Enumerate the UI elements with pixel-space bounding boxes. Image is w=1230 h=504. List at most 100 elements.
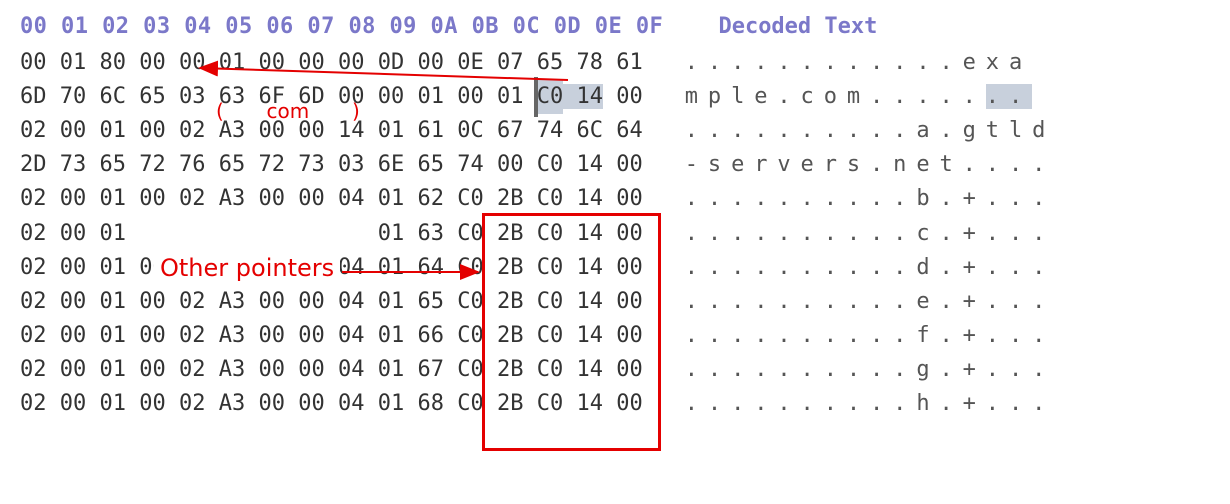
decoded-char: . (777, 186, 800, 211)
hex-byte: 03 (179, 84, 206, 109)
hex-byte: 02 (20, 357, 47, 382)
decoded-char: . (754, 186, 777, 211)
decoded-char: . (986, 357, 1009, 382)
hex-byte: 01 (100, 323, 127, 348)
hex-row: 02 00 01 00 02 A3 00 00 04 01 66 C0 2B C… (20, 319, 1210, 353)
decoded-char: . (870, 289, 893, 314)
hex-byte: 01 (378, 118, 405, 143)
hex-byte: 64 (418, 255, 445, 280)
decoded-char: . (1032, 186, 1055, 211)
decoded-char: c (801, 84, 824, 109)
decoded-char: . (847, 221, 870, 246)
hex-row: 02 00 01 00 02 A3 00 00 04 01 65 C0 2B C… (20, 285, 1210, 319)
hex-byte: 68 (418, 391, 445, 416)
decoded-char: . (963, 152, 986, 177)
decoded-char: t (986, 118, 1009, 143)
decoded-char: . (893, 50, 916, 75)
hex-byte: 0C (457, 118, 484, 143)
decoded-bytes: mple.com....... (685, 80, 1032, 114)
hex-byte: 65 (139, 84, 166, 109)
hex-byte: 76 (179, 152, 206, 177)
decoded-char: c (916, 221, 939, 246)
decoded-char: . (1032, 323, 1055, 348)
hex-byte (298, 221, 325, 246)
decoded-char: . (893, 255, 916, 280)
hex-byte: 72 (139, 152, 166, 177)
hex-byte: 14 (577, 186, 604, 211)
decoded-char: . (939, 221, 962, 246)
hex-byte: 01 (60, 50, 87, 75)
hex-bytes: 6D 70 6C 65 03 63 6F 6D 00 00 01 00 01 C… (20, 80, 643, 114)
decoded-char: r (754, 152, 777, 177)
hex-byte: A3 (219, 186, 246, 211)
decoded-char: . (986, 255, 1009, 280)
decoded-char: x (986, 50, 1009, 75)
hex-byte: C0 (457, 255, 484, 280)
decoded-char: . (685, 221, 708, 246)
hex-byte: 65 (418, 152, 445, 177)
decoded-char: . (685, 391, 708, 416)
decoded-char: . (777, 118, 800, 143)
decoded-char: . (870, 255, 893, 280)
hex-byte: 01 (100, 391, 127, 416)
hex-bytes: 02 00 01 00 02 A3 00 00 04 01 64 C0 2B C… (20, 251, 643, 285)
decoded-char: . (1009, 186, 1032, 211)
decoded-char: . (801, 221, 824, 246)
decoded-char: b (916, 186, 939, 211)
hex-byte: 2B (497, 221, 524, 246)
hex-row: 02 00 01 00 02 A3 00 00 04 01 62 C0 2B C… (20, 182, 1210, 216)
hex-byte: 00 (139, 323, 166, 348)
hex-byte: C0 (537, 255, 564, 280)
decoded-char: . (939, 323, 962, 348)
hex-byte: 02 (20, 118, 47, 143)
decoded-char: + (963, 357, 986, 382)
decoded-char: . (1032, 289, 1055, 314)
decoded-char: . (893, 323, 916, 348)
hex-byte: 02 (20, 289, 47, 314)
hex-byte: 01 (100, 289, 127, 314)
hex-row: 02 00 01 00 02 A3 00 00 14 01 61 0C 67 7… (20, 114, 1210, 148)
decoded-char: . (777, 391, 800, 416)
decoded-bytes: ..........c.+... (685, 217, 1056, 251)
decoded-char: . (939, 391, 962, 416)
decoded-char: m (685, 84, 708, 109)
decoded-char: . (870, 357, 893, 382)
decoded-char: . (708, 391, 731, 416)
decoded-char: . (754, 118, 777, 143)
decoded-char: . (777, 50, 800, 75)
decoded-bytes: ..........g.+... (685, 353, 1056, 387)
hex-byte: C0 (537, 80, 564, 114)
decoded-char: + (963, 255, 986, 280)
decoded-char: . (939, 289, 962, 314)
decoded-char: . (847, 357, 870, 382)
hex-byte: 74 (457, 152, 484, 177)
hex-byte: 01 (100, 357, 127, 382)
hex-byte: C0 (537, 357, 564, 382)
decoded-char: . (824, 186, 847, 211)
hex-byte: 04 (338, 186, 365, 211)
decoded-char: . (708, 221, 731, 246)
hex-byte: 00 (616, 186, 643, 211)
decoded-char: . (824, 391, 847, 416)
decoded-char: . (870, 84, 893, 109)
decoded-char: . (1009, 289, 1032, 314)
decoded-char: f (916, 323, 939, 348)
hex-bytes: 00 01 80 00 00 01 00 00 00 0D 00 0E 07 6… (20, 46, 643, 80)
decoded-char: . (731, 118, 754, 143)
decoded-char: m (847, 84, 870, 109)
decoded-char: . (847, 289, 870, 314)
hex-byte: 00 (179, 50, 206, 75)
hex-row: 00 01 80 00 00 01 00 00 00 0D 00 0E 07 6… (20, 46, 1210, 80)
decoded-char: . (1032, 255, 1055, 280)
hex-byte: C0 (537, 221, 564, 246)
decoded-char: a (1009, 50, 1032, 75)
hex-byte: 01 (100, 255, 127, 280)
hex-byte: 00 (20, 50, 47, 75)
decoded-char: e (916, 152, 939, 177)
hex-byte: A3 (219, 391, 246, 416)
hex-byte: 63 (219, 84, 246, 109)
decoded-char: . (847, 323, 870, 348)
decoded-char: . (708, 357, 731, 382)
decoded-char: . (893, 84, 916, 109)
decoded-char: . (847, 391, 870, 416)
